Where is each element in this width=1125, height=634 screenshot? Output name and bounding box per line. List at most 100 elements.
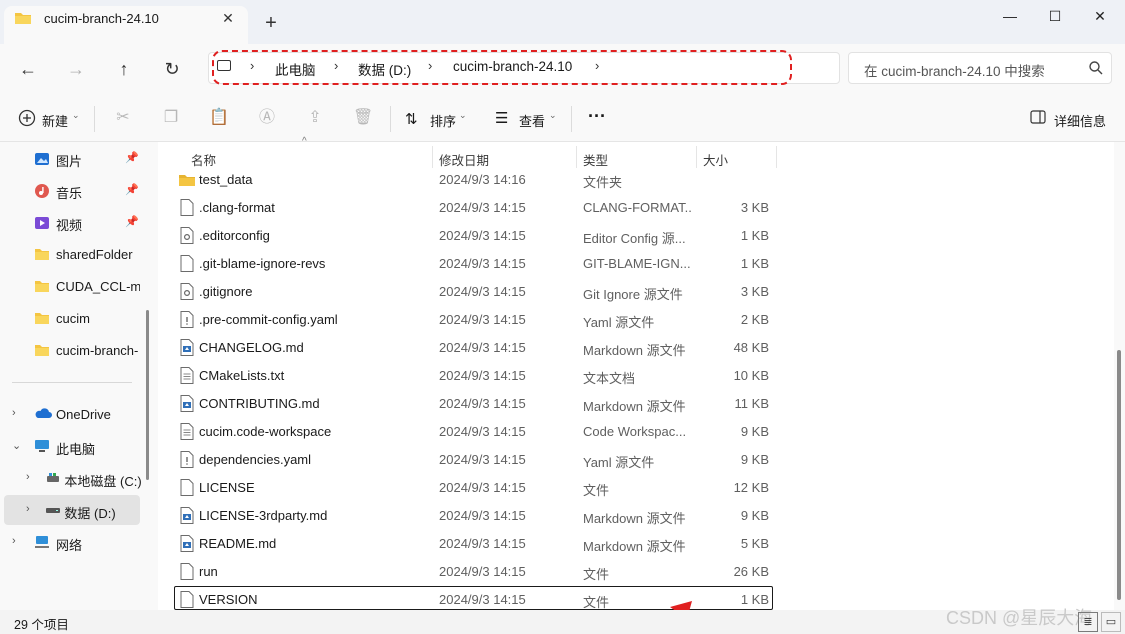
file-type: Editor Config 源... <box>583 231 686 246</box>
new-button[interactable]: 新建 <box>42 111 68 130</box>
file-size: 3 KB <box>740 200 769 215</box>
file-type: Git Ignore 源文件 <box>583 287 683 302</box>
file-name: .pre-commit-config.yaml <box>199 312 338 327</box>
details-view-button[interactable]: ≣ <box>1078 612 1098 632</box>
sidebar-tree-label: 网络 <box>56 538 83 553</box>
folder-icon <box>15 13 31 24</box>
sidebar-scrollbar[interactable] <box>146 310 149 480</box>
sort-button[interactable]: 排序 <box>430 111 456 130</box>
new-tab-button[interactable]: + <box>260 12 282 34</box>
up-button[interactable]: ↑ <box>109 56 139 82</box>
chevron-right-icon[interactable]: › <box>26 471 30 483</box>
toolbar-divider <box>390 106 391 132</box>
markdown-file-icon <box>180 535 194 552</box>
chevron-down-icon: ⌄ <box>459 110 467 120</box>
text-file-icon <box>180 423 194 440</box>
more-options-button[interactable]: ··· <box>588 106 606 127</box>
onedrive-icon <box>34 407 52 423</box>
maximize-button[interactable]: ☐ <box>1035 4 1075 28</box>
column-divider[interactable] <box>776 146 777 168</box>
file-icon <box>180 255 194 272</box>
config-file-icon <box>180 227 194 244</box>
file-size: 10 KB <box>733 368 769 383</box>
file-size: 5 KB <box>740 536 769 551</box>
minimize-button[interactable]: — <box>990 4 1030 28</box>
delete-icon[interactable]: 🗑 <box>353 108 373 128</box>
file-size: 9 KB <box>740 452 769 467</box>
chevron-right-icon[interactable]: › <box>12 407 16 419</box>
this-pc-icon <box>34 439 50 455</box>
details-pane-icon <box>1030 110 1046 124</box>
folder-icon <box>34 279 50 295</box>
file-type: Yaml 源文件 <box>583 315 655 330</box>
view-button[interactable]: 查看 <box>519 111 545 130</box>
file-size: 2 KB <box>740 312 769 327</box>
tiles-view-button[interactable]: ▭ <box>1101 612 1121 632</box>
back-button[interactable]: ← <box>13 56 43 82</box>
rename-icon[interactable]: Ⓐ <box>257 108 277 128</box>
local-disk-icon <box>45 471 61 487</box>
chevron-right-icon[interactable]: › <box>12 535 16 547</box>
file-name: .editorconfig <box>199 228 270 243</box>
file-icon <box>180 199 194 216</box>
copy-icon[interactable]: ❐ <box>161 108 181 128</box>
file-type: Yaml 源文件 <box>583 455 655 470</box>
file-modified-date: 2024/9/3 14:15 <box>439 396 526 411</box>
file-type: Markdown 源文件 <box>583 343 686 358</box>
share-icon[interactable]: ⇪ <box>305 108 325 128</box>
file-size: 9 KB <box>740 508 769 523</box>
yaml-file-icon <box>180 451 194 468</box>
file-type: 文本文档 <box>583 371 636 386</box>
column-divider[interactable] <box>576 146 577 168</box>
item-count: 29 个项目 <box>14 618 69 632</box>
sidebar-tree-label: 数据 (D:) <box>64 506 116 521</box>
tab-close-icon[interactable]: ✕ <box>218 8 238 28</box>
sidebar-tree-label: OneDrive <box>56 407 111 422</box>
column-header-name[interactable]: 名称 <box>191 150 216 169</box>
column-header-size[interactable]: 大小 <box>703 150 728 169</box>
markdown-file-icon <box>180 395 194 412</box>
forward-button[interactable]: → <box>61 56 91 82</box>
new-plus-icon <box>18 109 36 127</box>
refresh-button[interactable]: ↻ <box>157 56 187 82</box>
chevron-down-icon[interactable]: ⌄ <box>12 439 21 452</box>
column-divider[interactable] <box>432 146 433 168</box>
chevron-right-icon[interactable]: › <box>26 503 30 515</box>
file-modified-date: 2024/9/3 14:15 <box>439 340 526 355</box>
watermark-text: CSDN @星辰大海 <box>946 608 1093 628</box>
file-type: Markdown 源文件 <box>583 399 686 414</box>
cut-icon[interactable]: ✂ <box>113 108 133 128</box>
file-size: 9 KB <box>740 424 769 439</box>
scrollbar-thumb[interactable] <box>1117 350 1121 600</box>
search-icon[interactable] <box>1088 60 1104 76</box>
file-name: CMakeLists.txt <box>199 368 285 383</box>
column-divider[interactable] <box>696 146 697 168</box>
file-size: 26 KB <box>733 564 769 579</box>
file-name: dependencies.yaml <box>199 452 312 467</box>
file-modified-date: 2024/9/3 14:15 <box>439 312 526 327</box>
folder-icon <box>34 311 50 327</box>
markdown-file-icon <box>180 339 194 356</box>
file-modified-date: 2024/9/3 14:15 <box>439 200 526 215</box>
file-modified-date: 2024/9/3 14:15 <box>439 424 526 439</box>
paste-icon[interactable]: 📋 <box>209 108 229 128</box>
pin-icon: 📌 <box>125 184 139 196</box>
column-header-type[interactable]: 类型 <box>583 150 608 169</box>
file-size: 1 KB <box>740 228 769 243</box>
file-name: run <box>199 564 218 579</box>
details-button[interactable]: 详细信息 <box>1054 111 1106 130</box>
close-window-button[interactable]: ✕ <box>1080 4 1120 28</box>
column-header-date[interactable]: 修改日期 <box>439 150 489 169</box>
file-modified-date: 2024/9/3 14:15 <box>439 480 526 495</box>
folder-icon <box>34 343 50 359</box>
file-icon <box>180 479 194 496</box>
file-type: Code Workspac... <box>583 424 687 439</box>
sidebar-item-label: sharedFolder <box>56 247 133 262</box>
sort-ascending-icon: ^ <box>302 136 307 147</box>
yaml-file-icon <box>180 311 194 328</box>
file-name: .gitignore <box>199 284 253 299</box>
file-type: CLANG-FORMAT... <box>583 200 693 215</box>
file-modified-date: 2024/9/3 14:15 <box>439 228 526 243</box>
file-type: Markdown 源文件 <box>583 539 686 554</box>
search-input[interactable]: 在 cucim-branch-24.10 中搜索 <box>864 60 1045 80</box>
